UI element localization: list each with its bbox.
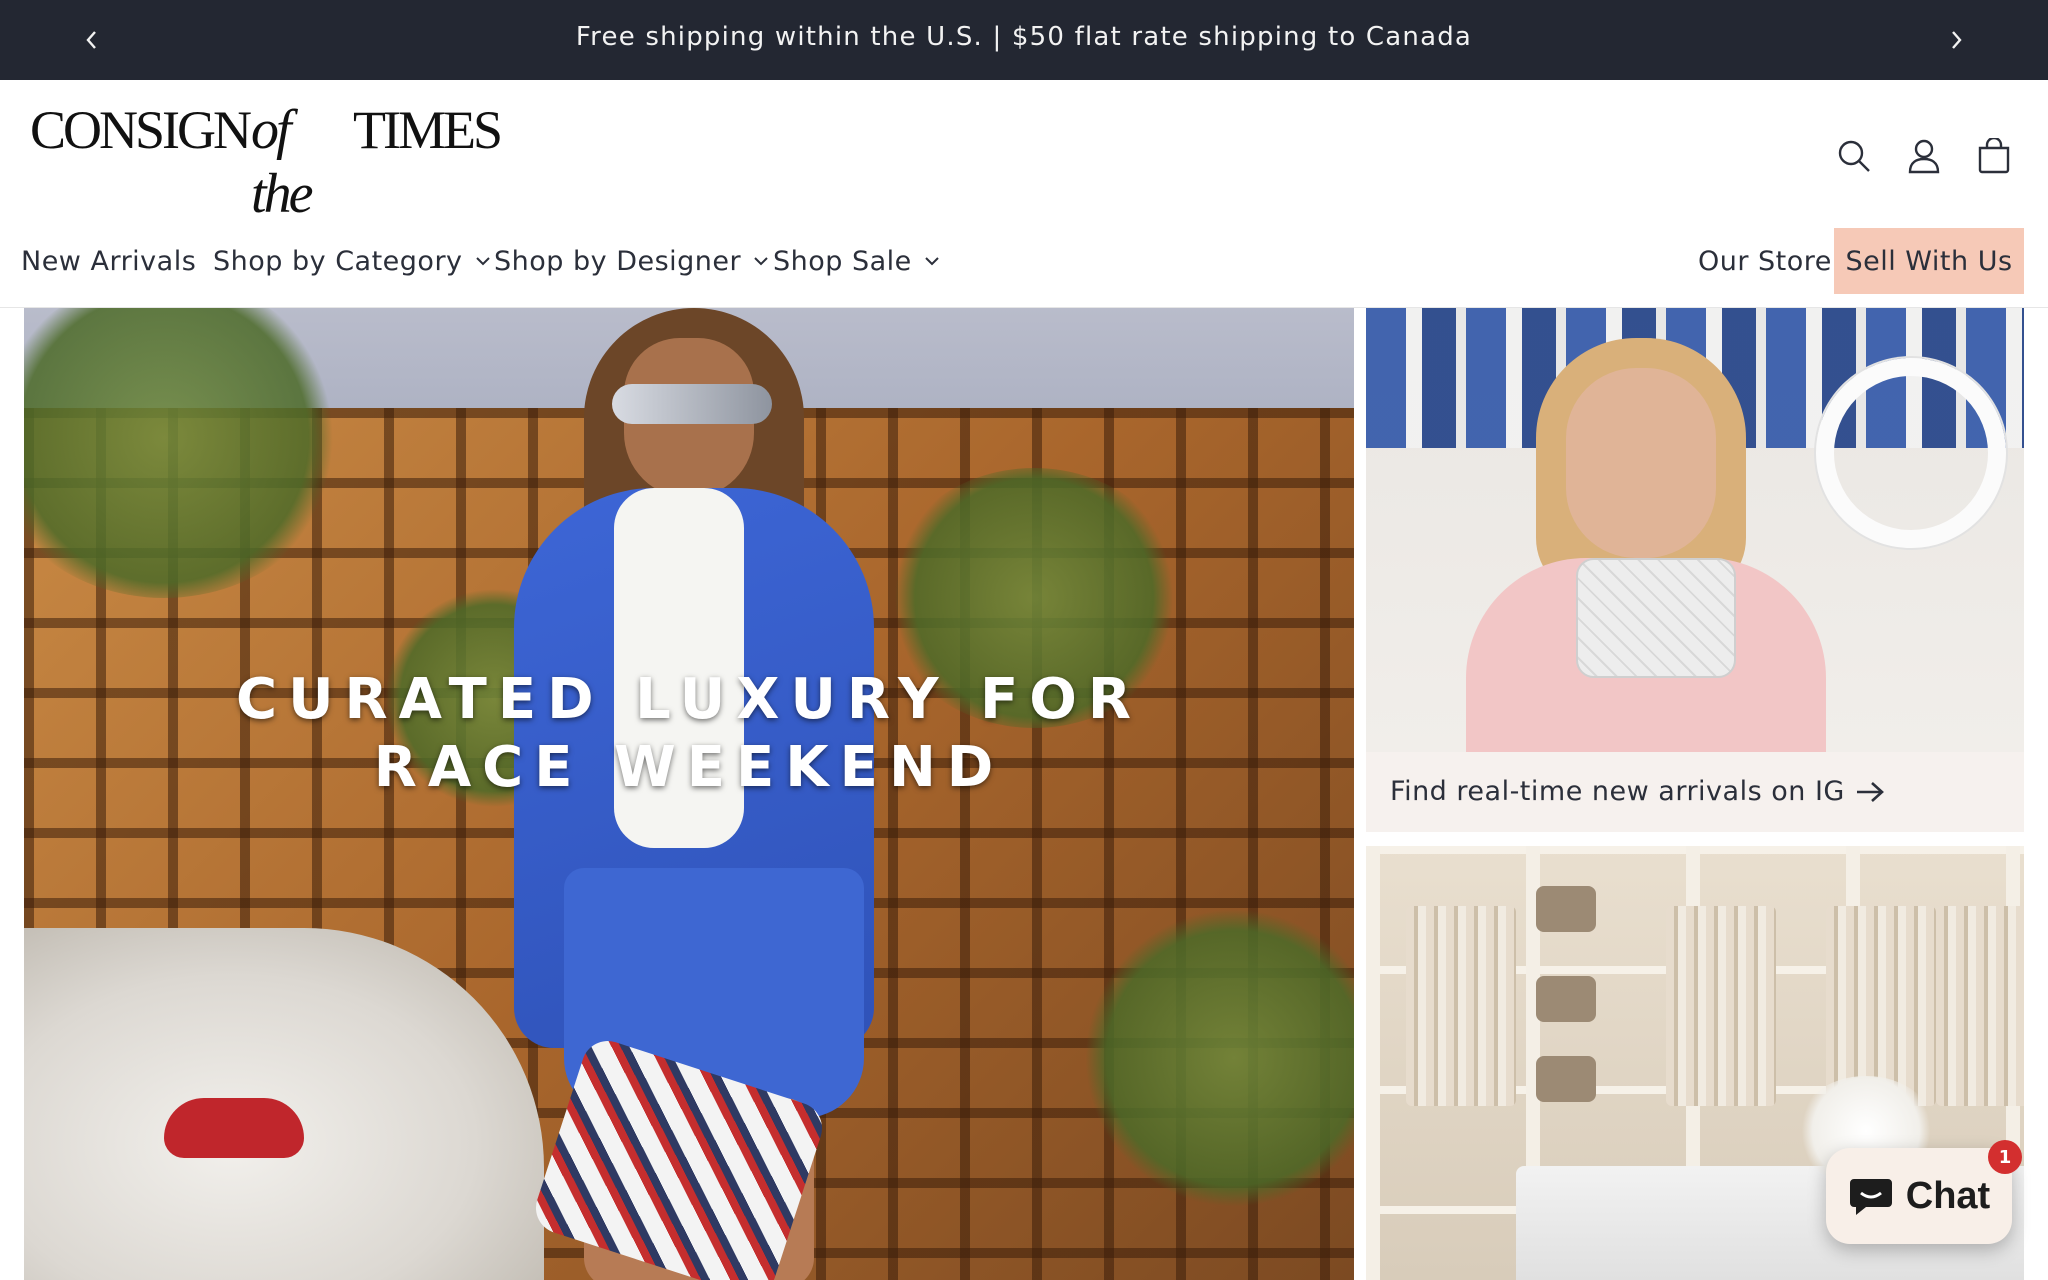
chevron-right-icon bbox=[1952, 31, 1962, 49]
nav-shop-by-category[interactable]: Shop by Category bbox=[213, 228, 491, 294]
search-button[interactable] bbox=[1834, 136, 1874, 176]
hero-photo-sunglasses bbox=[612, 384, 772, 424]
closet-photo-handbag bbox=[1536, 886, 1596, 932]
chat-notification-badge: 1 bbox=[1988, 1140, 2022, 1174]
promo-photo-ring-light bbox=[1816, 358, 2006, 548]
hero-headline: CURATED LUXURY FOR RACE WEEKEND bbox=[24, 666, 1354, 802]
arrow-right-icon bbox=[1855, 781, 1885, 803]
instagram-promo-image bbox=[1366, 308, 2024, 752]
closet-photo-handbag bbox=[1536, 976, 1596, 1022]
hero-banner[interactable]: CURATED LUXURY FOR RACE WEEKEND bbox=[24, 308, 1354, 1280]
closet-photo-clothes bbox=[1936, 906, 2024, 1106]
nav-shop-sale[interactable]: Shop Sale bbox=[773, 228, 940, 294]
closet-photo-clothes bbox=[1406, 906, 1516, 1106]
promo-photo-face bbox=[1566, 368, 1716, 558]
chevron-down-icon bbox=[924, 256, 940, 266]
nav-item-label: Shop by Category bbox=[213, 245, 463, 277]
hero-photo-taillight bbox=[164, 1098, 304, 1158]
chevron-down-icon bbox=[753, 256, 769, 266]
site-header: CONSIGN of the TIMES New Arrivals Shop b… bbox=[0, 80, 2048, 308]
closet-photo-clothes bbox=[1826, 906, 1936, 1106]
cart-icon bbox=[1978, 138, 2010, 174]
chevron-down-icon bbox=[475, 256, 491, 266]
logo-text-consign: CONSIGN bbox=[30, 100, 252, 160]
chat-widget-button[interactable]: Chat 1 bbox=[1826, 1140, 2022, 1244]
instagram-promo-card[interactable]: Find real-time new arrivals on IG bbox=[1366, 308, 2024, 832]
nav-shop-by-designer[interactable]: Shop by Designer bbox=[494, 228, 769, 294]
nav-item-label: New Arrivals bbox=[21, 245, 197, 277]
logo-text-of-the: of the bbox=[251, 99, 313, 225]
instagram-promo-link[interactable]: Find real-time new arrivals on IG bbox=[1390, 776, 1885, 807]
announcement-message: Free shipping within the U.S. | $50 flat… bbox=[575, 22, 1473, 52]
announcement-bar: Free shipping within the U.S. | $50 flat… bbox=[0, 0, 2048, 80]
nav-item-label: Our Store bbox=[1698, 245, 1832, 277]
chat-label: Chat bbox=[1905, 1174, 1991, 1217]
nav-our-store[interactable]: Our Store bbox=[1698, 228, 1832, 294]
nav-item-label: Shop Sale bbox=[773, 245, 912, 277]
account-button[interactable] bbox=[1904, 136, 1944, 176]
announcement-next-button[interactable] bbox=[1940, 24, 1972, 56]
search-icon bbox=[1838, 140, 1870, 172]
hero-headline-line-1: CURATED LUXURY FOR bbox=[235, 667, 1142, 732]
site-logo[interactable]: CONSIGN of the TIMES bbox=[30, 99, 503, 225]
hero-headline-line-2: RACE WEEKEND bbox=[373, 735, 1005, 800]
closet-photo-handbag bbox=[1536, 1056, 1596, 1102]
sell-with-us-button[interactable]: Sell With Us bbox=[1834, 228, 2024, 294]
cart-button[interactable] bbox=[1974, 136, 2014, 176]
nav-item-label: Shop by Designer bbox=[494, 245, 742, 277]
main-navigation: New Arrivals Shop by Category Shop by De… bbox=[0, 228, 2048, 294]
nav-new-arrivals[interactable]: New Arrivals bbox=[21, 228, 196, 294]
closet-photo-clothes bbox=[1666, 906, 1776, 1106]
chat-bubble-icon bbox=[1849, 1179, 1892, 1215]
logo-text-times: TIMES bbox=[353, 100, 503, 160]
instagram-promo-caption: Find real-time new arrivals on IG bbox=[1390, 776, 1845, 807]
promo-photo-handbag bbox=[1576, 558, 1736, 678]
account-icon bbox=[1908, 139, 1940, 174]
